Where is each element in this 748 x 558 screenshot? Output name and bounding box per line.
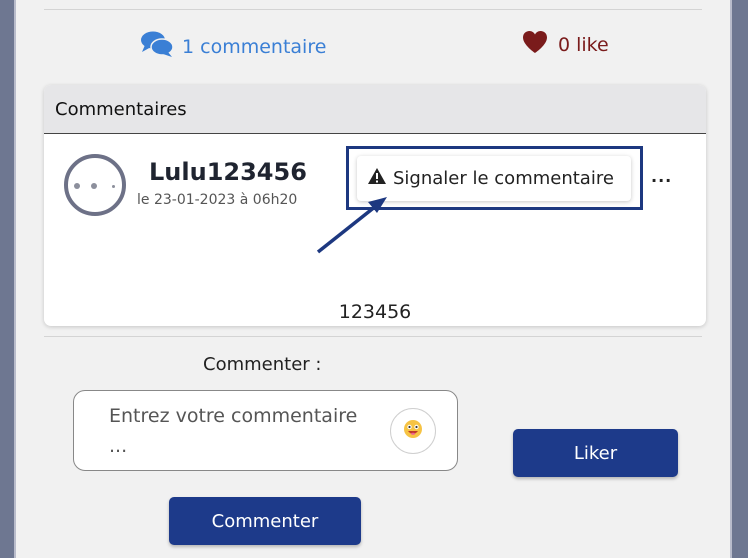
submit-comment-button[interactable]: Commenter — [169, 497, 361, 545]
comment-form-label: Commenter : — [203, 354, 322, 375]
comments-count-link[interactable]: 1 commentaire — [140, 30, 326, 63]
avatar-dot — [91, 183, 97, 189]
comments-header: Commentaires — [44, 85, 706, 134]
avatar-dot — [74, 183, 80, 189]
top-divider — [44, 9, 702, 10]
likes-count[interactable]: 0 like — [522, 30, 609, 59]
more-options-button[interactable]: ... — [651, 167, 672, 186]
annotation-arrow-icon — [316, 197, 387, 254]
avatar-dot — [112, 185, 115, 188]
comment-text: 123456 — [338, 301, 412, 323]
emoji-picker-button[interactable] — [390, 408, 436, 454]
emoji-icon — [403, 419, 423, 443]
comments-header-title: Commentaires — [55, 98, 187, 120]
report-comment-label: Signaler le commentaire — [393, 168, 614, 189]
like-button[interactable]: Liker — [513, 429, 678, 477]
comment-input-placeholder[interactable]: Entrez votre commentaire ... — [109, 401, 369, 461]
comment-username: Lulu123456 — [149, 158, 307, 186]
avatar — [64, 154, 126, 216]
comment-input[interactable]: Entrez votre commentaire ... — [73, 390, 458, 471]
heart-icon — [522, 30, 548, 59]
form-divider — [44, 336, 702, 337]
comments-icon — [140, 30, 174, 63]
comment-date: le 23-01-2023 à 06h20 — [137, 192, 298, 208]
like-button-label: Liker — [573, 442, 618, 464]
comments-count-label: 1 commentaire — [182, 35, 327, 58]
post-stats: 1 commentaire 0 like — [16, 30, 730, 64]
likes-count-label: 0 like — [558, 33, 609, 56]
submit-comment-label: Commenter — [211, 510, 319, 532]
post-panel: 1 commentaire 0 like Commentaires Lulu12… — [14, 0, 732, 558]
